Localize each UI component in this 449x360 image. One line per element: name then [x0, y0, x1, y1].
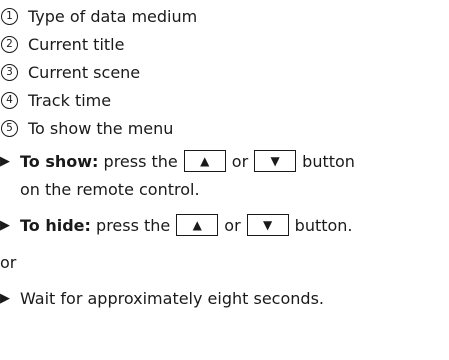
triangle-right-icon: ▶ [0, 290, 10, 306]
hide-text-after: button. [294, 215, 353, 235]
down-arrow-key: ▼ [254, 150, 297, 172]
hide-instruction: ▶ To hide: press the ▲ or ▼ button. [0, 211, 449, 239]
hide-text-before: press the [96, 215, 171, 235]
down-arrow-key: ▼ [246, 214, 289, 236]
number-circle-icon: 4 [1, 91, 18, 109]
legend-item: 3 Current scene [0, 59, 140, 85]
show-or-text: or [231, 151, 249, 171]
number-circle-icon: 2 [1, 35, 18, 53]
show-continuation-text: on the remote control. [20, 179, 200, 199]
legend-text: Track time [28, 90, 112, 110]
legend-text: To show the menu [28, 118, 174, 138]
wait-instruction: ▶ Wait for approximately eight seconds. [0, 284, 449, 312]
wait-text: Wait for approximately eight seconds. [20, 288, 324, 308]
legend-text: Current title [28, 34, 125, 54]
hide-label: To hide: [20, 215, 91, 235]
number-circle-icon: 1 [1, 7, 18, 25]
triangle-right-icon: ▶ [0, 217, 10, 233]
show-instruction-line: ▶ To show: press the ▲ or ▼ button [0, 147, 449, 175]
legend-item: 1 Type of data medium [0, 3, 197, 29]
or-text: or [0, 252, 17, 272]
hide-instruction-line: ▶ To hide: press the ▲ or ▼ button. [0, 211, 449, 239]
legend-text: Type of data medium [28, 6, 198, 26]
number-circle-icon: 5 [1, 119, 18, 137]
up-arrow-key: ▲ [183, 150, 226, 172]
show-instruction: ▶ To show: press the ▲ or ▼ button on th… [0, 147, 449, 203]
show-text-before: press the [103, 151, 178, 171]
up-arrow-key: ▲ [176, 214, 219, 236]
legend-text: Current scene [28, 62, 141, 82]
triangle-right-icon: ▶ [0, 153, 10, 169]
hide-or-text: or [224, 215, 241, 235]
legend-item: 4 Track time [0, 87, 111, 113]
wait-instruction-line: ▶ Wait for approximately eight seconds. [0, 284, 449, 312]
document-page: 1 Type of data medium 2 Current title 3 … [0, 0, 449, 360]
number-circle-icon: 3 [1, 63, 18, 81]
legend-item: 2 Current title [0, 31, 124, 57]
legend-item: 5 To show the menu [0, 115, 173, 141]
show-label: To show: [20, 151, 99, 171]
show-text-after: button [302, 151, 355, 171]
show-continuation: on the remote control. [0, 175, 449, 203]
